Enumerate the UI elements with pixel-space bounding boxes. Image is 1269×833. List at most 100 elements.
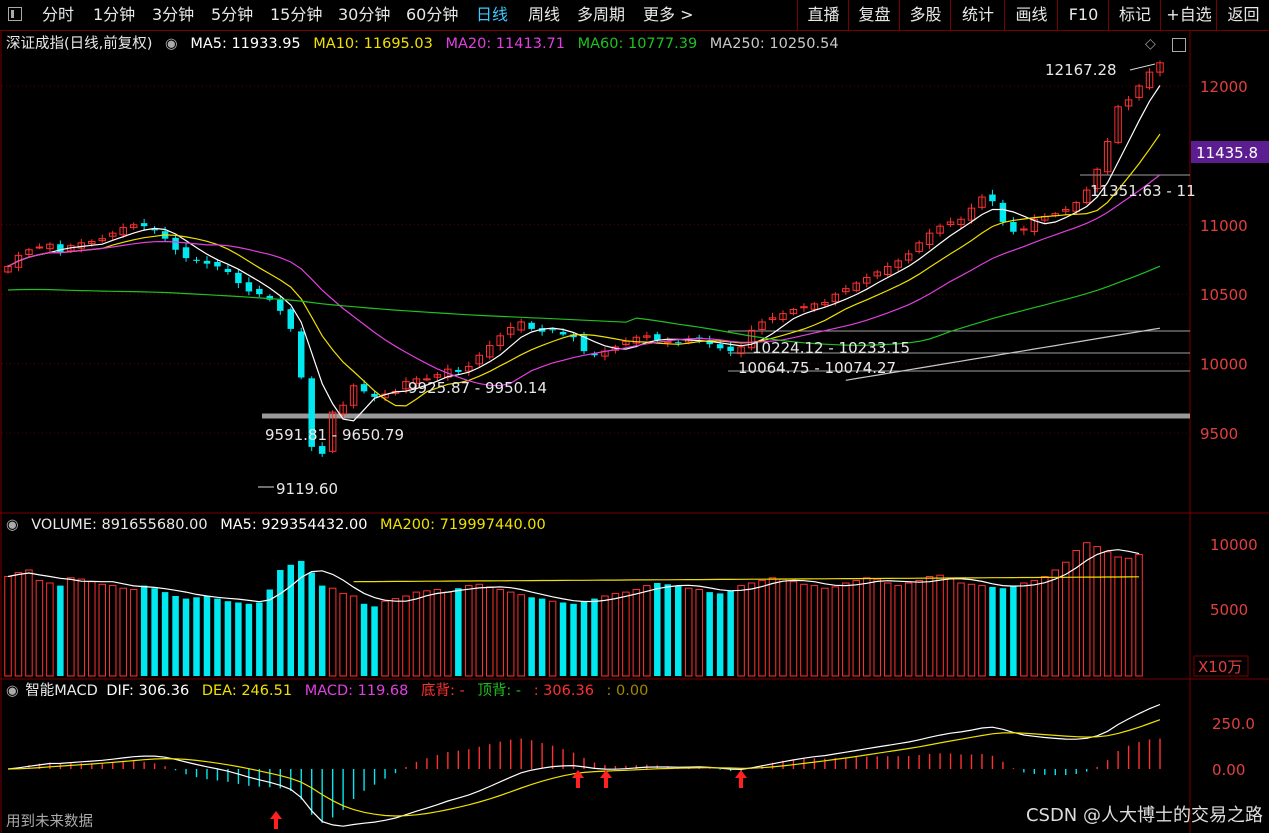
volume-bar: [57, 585, 64, 676]
candle-body: [989, 194, 996, 202]
volume-bar: [455, 588, 462, 676]
price-tick-label: 10000: [1200, 356, 1248, 374]
candle-body: [371, 393, 378, 397]
volume-unit-label: X10万: [1198, 658, 1242, 676]
candle-body: [235, 272, 242, 284]
volume-bar: [747, 582, 756, 677]
macd-histogram: [17, 738, 1161, 823]
volume-bar: [371, 606, 378, 676]
volume-bar: [727, 590, 734, 676]
volume-bar: [328, 587, 337, 677]
volume-bar: [46, 582, 54, 677]
future-data-label: 用到未来数据: [6, 814, 93, 830]
volume-bar: [1114, 556, 1122, 677]
volume-bar: [915, 579, 923, 677]
volume-bar: [35, 579, 44, 677]
volume-ma200-line: [353, 576, 1140, 583]
volume-bar: [591, 598, 598, 676]
panel-frames: [0, 30, 1269, 833]
volume-bar: [98, 583, 107, 677]
volume-bar: [193, 597, 200, 676]
volume-bar: [496, 589, 504, 677]
volume-bar: [256, 602, 263, 676]
candle-body: [727, 346, 734, 352]
volume-bar: [821, 587, 829, 677]
volume-bar: [506, 591, 515, 677]
volume-bar: [632, 589, 641, 677]
volume-bar: [957, 582, 965, 677]
low-annotation: 9119.60: [276, 480, 338, 498]
volume-bar: [277, 570, 284, 676]
volume-bar: [1124, 557, 1133, 677]
volume-bar: [1051, 569, 1060, 677]
volume-bar: [1020, 582, 1028, 677]
volume-ma5-line: [7, 549, 1140, 603]
candle-body: [360, 384, 368, 392]
price-gridlines: [2, 85, 1190, 434]
volume-bar: [1093, 546, 1101, 677]
candle-body: [224, 268, 232, 272]
volume-bar: [559, 602, 567, 676]
volume-bar: [611, 592, 620, 677]
volume-bar: [925, 576, 934, 677]
volume-bar: [675, 585, 682, 676]
volume-bar: [88, 581, 96, 677]
volume-bar: [1103, 551, 1112, 677]
candle-body: [528, 322, 535, 329]
volume-bar: [475, 583, 484, 677]
volume-bar: [570, 603, 577, 676]
volume-bar: [706, 592, 713, 676]
volume-bar: [684, 587, 693, 677]
volume-bar: [894, 585, 902, 677]
volume-bar: [245, 603, 253, 676]
range-d-annotation: 10064.75 - 10074.27: [738, 359, 896, 377]
volume-bar: [517, 594, 525, 677]
volume-tick-label: 10000: [1210, 536, 1258, 554]
volume-bar: [77, 578, 86, 677]
price-tick-label: 9500: [1200, 425, 1238, 443]
volume-bar: [654, 583, 661, 676]
macd-tick-label: 0.00: [1212, 761, 1245, 779]
y-axis-labels: 12000 11000 10500 10000 9500 11435.8 10000 5000…: [1191, 78, 1269, 779]
volume-bar: [391, 598, 400, 677]
volume-bar: [852, 579, 861, 677]
volume-bar: [287, 564, 295, 676]
volume-bar: [444, 591, 452, 677]
volume-bar: [831, 586, 840, 677]
volume-bar: [664, 584, 672, 676]
candle-body: [182, 247, 190, 259]
volume-bar: [485, 586, 494, 677]
volume-bar: [308, 572, 315, 676]
candle-body: [287, 309, 295, 329]
volume-bar: [716, 593, 724, 676]
volume-bar: [758, 579, 766, 677]
candle-body: [318, 446, 326, 454]
volume-bar: [779, 578, 787, 677]
chart-canvas[interactable]: 12000 11000 10500 10000 9500 11435.8 10000 5000…: [0, 0, 1269, 833]
price-tick-label: 11000: [1200, 217, 1248, 235]
volume-bar: [224, 601, 232, 676]
volume-bar: [1030, 579, 1039, 677]
candle-body: [297, 331, 305, 378]
volume-bar: [433, 589, 442, 677]
volume-bar: [548, 600, 557, 677]
volume-bar: [904, 582, 913, 677]
volume-bar: [203, 596, 211, 676]
volume-bar: [129, 589, 138, 677]
volume-bar: [172, 596, 179, 676]
candle-body: [193, 259, 200, 261]
volume-bar: [465, 585, 473, 677]
volume-bar: [25, 569, 33, 677]
volume-bar: [789, 581, 798, 677]
current-price-label: 11435.8: [1196, 144, 1258, 162]
price-tick-label: 12000: [1200, 78, 1248, 96]
macd-tick-label: 250.0: [1212, 715, 1255, 733]
volume-bar: [936, 574, 944, 677]
candle-body: [559, 331, 567, 335]
candle-body: [214, 261, 221, 267]
candle-body: [549, 329, 556, 331]
candle-body: [140, 223, 148, 227]
high-annotation: 12167.28: [1045, 61, 1117, 79]
candle-body: [35, 246, 44, 249]
candle-body: [675, 342, 682, 344]
